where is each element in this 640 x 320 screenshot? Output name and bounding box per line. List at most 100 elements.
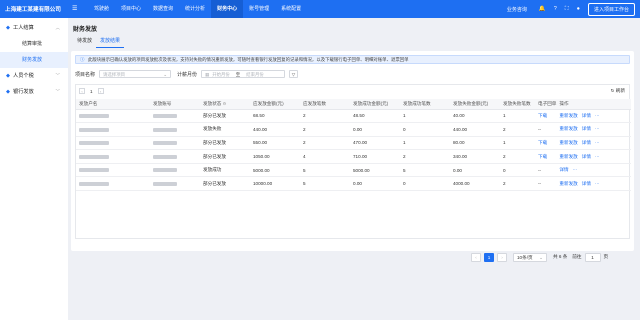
should-amount-cell: 5000.00 bbox=[250, 163, 300, 178]
repay-link[interactable]: 重新发放 bbox=[559, 154, 577, 159]
download-receipt-link[interactable]: 下载 bbox=[535, 149, 557, 164]
enter-project-workbench-button[interactable]: 进入项目工作台 bbox=[587, 2, 635, 16]
prev-page-icon[interactable]: ‹ bbox=[79, 88, 85, 94]
redacted-text bbox=[153, 114, 177, 119]
redacted-text bbox=[79, 114, 109, 119]
settlement-icon: ◆ bbox=[6, 25, 10, 31]
col-receipt: 电子回单 bbox=[535, 99, 557, 110]
more-icon[interactable]: ··· bbox=[595, 140, 600, 145]
table-row: 发放成功 5000.00 5 5000.00 5 0.00 0 -- 详情 ··· bbox=[76, 163, 631, 178]
user-avatar-icon[interactable]: ● bbox=[577, 6, 580, 12]
month-range-picker[interactable]: ▦ 开始月份 至 结束月份 bbox=[201, 70, 286, 78]
success-amount-cell: 0.00 bbox=[350, 122, 400, 137]
col-actions: 操作 bbox=[556, 99, 631, 110]
page-suffix: 页 bbox=[603, 254, 609, 259]
table-row: 部分已发放 1050.00 4 710.00 2 340.00 2 下载 重新发放 详情 ··· bbox=[76, 149, 631, 164]
page-title: 财务发放 bbox=[73, 27, 98, 33]
page-size-select[interactable]: 10条/页 ⌄ bbox=[513, 252, 547, 262]
menu-collapse-icon[interactable]: ☰ bbox=[72, 5, 77, 12]
help-icon[interactable]: ? bbox=[554, 6, 557, 12]
download-receipt-link[interactable]: 下载 bbox=[535, 109, 557, 124]
repay-link[interactable]: 重新发放 bbox=[559, 126, 577, 131]
nav-finance-center[interactable]: 财务中心 bbox=[211, 0, 244, 18]
filter-icon[interactable]: ▽ bbox=[289, 70, 299, 78]
chevron-down-icon: ⌄ bbox=[163, 72, 168, 77]
tax-icon: ◆ bbox=[6, 73, 10, 79]
fail-amount-cell: 4000.00 bbox=[450, 176, 500, 192]
refresh-icon: ↻ bbox=[610, 88, 615, 93]
fail-count-cell: 1 bbox=[500, 136, 535, 151]
nav-project-center[interactable]: 项目中心 bbox=[115, 0, 147, 18]
fail-amount-cell: 80.00 bbox=[450, 136, 500, 151]
detail-link[interactable]: 详情 bbox=[559, 167, 568, 172]
project-select[interactable]: 请选择项目 ⌄ bbox=[99, 70, 172, 78]
page-size-value: 10条/页 bbox=[517, 254, 533, 260]
repay-link[interactable]: 重新发放 bbox=[559, 113, 577, 118]
fail-amount-cell: 340.00 bbox=[450, 149, 500, 164]
nav-system-config[interactable]: 系统配置 bbox=[275, 0, 307, 18]
col-should-count: 应发放笔数 bbox=[300, 99, 350, 110]
status-cell: 发放成功 bbox=[200, 163, 250, 178]
account-number-cell bbox=[150, 163, 200, 178]
table-row: 部分已发放 10000.00 5 0.00 0 4000.00 2 -- 重新发放 详情 ··· bbox=[76, 176, 631, 192]
repay-link[interactable]: 重新发放 bbox=[559, 181, 577, 186]
detail-link[interactable]: 详情 bbox=[582, 126, 591, 131]
fail-amount-cell: 0.00 bbox=[450, 163, 500, 178]
sidebar-group-personal-tax[interactable]: ◆ 人员个税 ﹀ bbox=[0, 68, 68, 84]
should-count-cell: 5 bbox=[300, 163, 350, 178]
more-icon[interactable]: ··· bbox=[573, 167, 578, 172]
notification-icon[interactable]: 🔔 bbox=[539, 6, 546, 12]
next-page-button[interactable]: › bbox=[497, 252, 507, 262]
page-number-button[interactable]: 1 bbox=[484, 252, 494, 262]
col-success-count: 发放成功笔数 bbox=[400, 99, 450, 110]
range-separator: 至 bbox=[235, 71, 241, 77]
detail-link[interactable]: 详情 bbox=[582, 113, 591, 118]
col-status[interactable]: 发放状态 ⚙ bbox=[200, 99, 250, 110]
sidebar-group-worker-settlement[interactable]: ◆ 工人结算 ︿ bbox=[0, 20, 68, 36]
fullscreen-icon[interactable]: ⛶ bbox=[565, 6, 569, 13]
current-page-number: 1 bbox=[90, 88, 93, 94]
fail-count-cell: 1 bbox=[500, 109, 535, 124]
status-cell: 部分已发放 bbox=[200, 149, 250, 164]
refresh-button[interactable]: ↻ 刷新 bbox=[611, 88, 625, 94]
nav-statistics[interactable]: 统计分析 bbox=[179, 0, 211, 18]
detail-link[interactable]: 详情 bbox=[582, 154, 591, 159]
status-cell: 部分已发放 bbox=[200, 109, 250, 124]
success-count-cell: 1 bbox=[400, 136, 450, 151]
download-receipt-link[interactable]: 下载 bbox=[535, 136, 557, 151]
success-amount-cell: 5000.00 bbox=[350, 163, 400, 178]
tab-pending-payout[interactable]: 待发放 bbox=[73, 36, 96, 48]
receipt-cell: -- bbox=[535, 163, 557, 178]
detail-link[interactable]: 详情 bbox=[582, 140, 591, 145]
status-cell: 发放失败 bbox=[200, 122, 250, 137]
next-page-icon[interactable]: › bbox=[97, 88, 104, 94]
actions-cell: 详情 ··· bbox=[556, 163, 631, 178]
sidebar-group-label: 工人结算 bbox=[13, 25, 34, 31]
prev-page-button[interactable]: ‹ bbox=[471, 252, 481, 262]
success-count-cell: 2 bbox=[400, 149, 450, 164]
nav-account-management[interactable]: 账号管理 bbox=[243, 0, 275, 18]
tab-payout-results[interactable]: 发放结果 bbox=[96, 36, 125, 48]
sidebar-item-settlement-approval[interactable]: 结算审批 bbox=[0, 36, 68, 52]
col-success-amount: 发放成功金额(元) bbox=[350, 99, 400, 110]
pagination: ‹ 1 › 10条/页 ⌄ 共 6 条 前往 1 页 bbox=[471, 252, 608, 262]
repay-link[interactable]: 重新发放 bbox=[559, 140, 577, 145]
topbar-right: 业务咨询 🔔 ? ⛶ ● 进入项目工作台 bbox=[507, 0, 635, 18]
main-content: 财务发放 待发放 发放结果 ⓘ 此版块展示已确认发放的项目发放批次及状况，支持对… bbox=[68, 18, 640, 320]
more-icon[interactable]: ··· bbox=[595, 181, 600, 186]
redacted-text bbox=[153, 182, 177, 187]
more-icon[interactable]: ··· bbox=[595, 126, 600, 131]
sidebar-item-finance-payout[interactable]: 财务发放 bbox=[0, 52, 68, 68]
sidebar-group-bank-payout[interactable]: ◆ 银行发放 ﹀ bbox=[0, 84, 68, 100]
col-fail-amount: 发放失败金额(元) bbox=[450, 99, 500, 110]
service-consult-link[interactable]: 业务咨询 bbox=[507, 6, 527, 13]
more-icon[interactable]: ··· bbox=[595, 113, 600, 118]
actions-cell: 重新发放 详情 ··· bbox=[556, 149, 631, 164]
detail-link[interactable]: 详情 bbox=[582, 181, 591, 186]
success-amount-cell: 710.00 bbox=[350, 149, 400, 164]
nav-data-query[interactable]: 数据查询 bbox=[147, 0, 179, 18]
nav-cockpit[interactable]: 驾驶舱 bbox=[88, 0, 115, 18]
goto-page-input[interactable]: 1 bbox=[584, 252, 601, 262]
filter-icon[interactable]: ⚙ bbox=[223, 101, 227, 106]
more-icon[interactable]: ··· bbox=[595, 154, 600, 159]
